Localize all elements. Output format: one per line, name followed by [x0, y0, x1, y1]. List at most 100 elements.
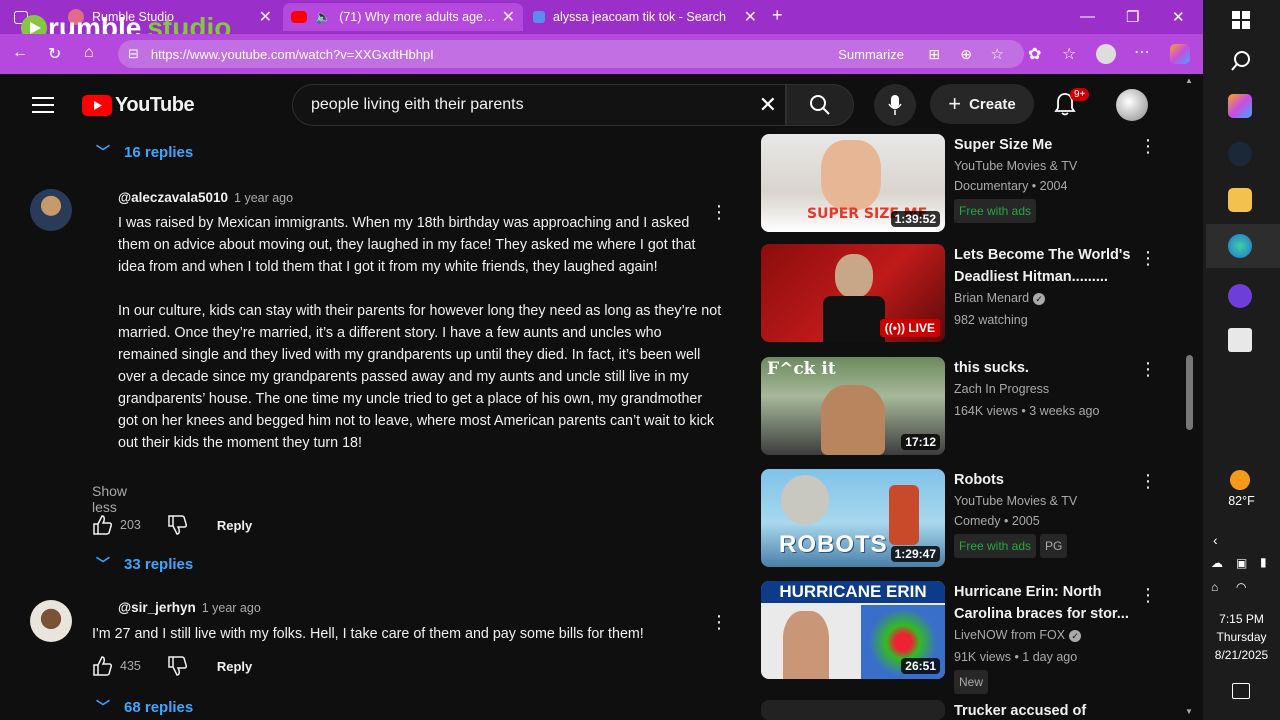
commenter-avatar[interactable]	[30, 600, 72, 642]
video-more-icon[interactable]: ⋮	[1139, 471, 1157, 492]
cloud-icon[interactable]: ☁	[1211, 556, 1223, 570]
search-icon[interactable]	[1230, 50, 1252, 72]
video-card[interactable]: HURRICANE ERIN 26:51 Hurricane Erin: Nor…	[761, 581, 1191, 694]
create-button[interactable]: + Create	[930, 84, 1034, 124]
view-replies-button[interactable]: ﹀ 33 replies	[96, 554, 193, 574]
clock-date[interactable]: 8/21/2025	[1203, 648, 1280, 662]
scrollbar-thumb[interactable]	[1186, 355, 1193, 430]
refresh-icon[interactable]: ↻	[48, 44, 61, 64]
favorite-star-icon[interactable]: ☆	[991, 45, 1004, 63]
video-more-icon[interactable]: ⋮	[1139, 585, 1157, 606]
steam-icon[interactable]	[1228, 142, 1252, 166]
tab-title: alyssa jeacoam tik tok - Search	[553, 10, 726, 24]
video-thumbnail[interactable]: ((•)) LIVE	[761, 244, 945, 342]
view-replies-button[interactable]: ﹀ 16 replies	[96, 142, 193, 162]
chevron-left-icon[interactable]: ‹	[1213, 532, 1218, 548]
comment-time[interactable]: 1 year ago	[234, 191, 293, 205]
reply-button[interactable]: Reply	[217, 659, 252, 674]
tab-search[interactable]: alyssa jeacoam tik tok - Search ✕	[525, 3, 765, 31]
video-more-icon[interactable]: ⋮	[1139, 359, 1157, 380]
copilot-taskbar-icon[interactable]	[1228, 94, 1252, 118]
temperature[interactable]: 82°F	[1203, 494, 1280, 508]
windows-start-icon[interactable]	[1232, 11, 1250, 29]
video-channel[interactable]: YouTube Movies & TV	[954, 491, 1077, 511]
extensions-icon[interactable]: ⊞	[928, 46, 940, 63]
profile-avatar[interactable]	[1096, 44, 1116, 64]
summarize-button[interactable]: Summarize	[838, 47, 904, 62]
zoom-icon[interactable]: ⊕	[960, 46, 972, 63]
video-more-icon[interactable]: ⋮	[1139, 136, 1157, 157]
site-info-icon[interactable]: ⊟	[128, 46, 139, 62]
show-less-button[interactable]: Show less	[92, 483, 127, 515]
new-tab-button[interactable]: +	[772, 5, 783, 26]
volume-icon[interactable]: ▮	[1260, 555, 1267, 569]
like-icon[interactable]	[92, 656, 114, 676]
search-input[interactable]: people living eith their parents ✕	[292, 84, 786, 126]
notification-center-icon[interactable]	[1232, 683, 1250, 699]
comment-more-icon[interactable]: ⋮	[710, 613, 728, 631]
search-button[interactable]	[786, 84, 854, 126]
video-channel[interactable]: LiveNOW from FOX ✓	[954, 625, 1082, 645]
close-icon[interactable]: ✕	[259, 7, 272, 27]
rating-badge: PG	[1040, 534, 1068, 558]
video-thumbnail[interactable]: ROBOTS 1:29:47	[761, 469, 945, 567]
favorites-icon[interactable]: ☆	[1062, 44, 1076, 64]
menu-icon[interactable]	[32, 96, 54, 114]
video-thumbnail[interactable]: SUPER SIZE ME 1:39:52	[761, 134, 945, 232]
clear-search-icon[interactable]: ✕	[759, 92, 777, 118]
close-icon[interactable]: ✕	[502, 7, 515, 27]
extension-icon[interactable]: ✿	[1028, 44, 1041, 64]
home-icon[interactable]: ⌂	[84, 44, 94, 62]
tab-youtube[interactable]: 🔈 (71) Why more adults age 2( ✕	[283, 3, 523, 31]
video-more-icon[interactable]: ⋮	[1139, 248, 1157, 269]
like-icon[interactable]	[92, 515, 114, 535]
scroll-up-icon[interactable]: ▲	[1185, 76, 1193, 85]
video-channel[interactable]: Brian Menard ✓	[954, 288, 1046, 308]
video-thumbnail[interactable]: HURRICANE ERIN 26:51	[761, 581, 945, 679]
dislike-icon[interactable]	[167, 515, 189, 535]
back-icon[interactable]: ←	[12, 44, 28, 62]
plus-icon: +	[948, 91, 962, 116]
url-field[interactable]: ⊟ https://www.youtube.com/watch?v=XXGxdt…	[118, 40, 1024, 68]
file-explorer-icon[interactable]	[1228, 188, 1252, 212]
video-thumbnail[interactable]	[761, 700, 945, 720]
close-icon[interactable]: ✕	[744, 7, 757, 27]
video-channel[interactable]: Zach In Progress	[954, 379, 1049, 399]
comment-author[interactable]: @sir_jerhyn 1 year ago	[118, 600, 261, 615]
comment-author[interactable]: @aleczavala5010 1 year ago	[118, 190, 293, 205]
video-card[interactable]: ((•)) LIVE Lets Become The World's Deadl…	[761, 244, 1191, 344]
clock-time[interactable]: 7:15 PM	[1203, 612, 1280, 626]
more-icon[interactable]: ⋯	[1134, 42, 1150, 62]
video-thumbnail[interactable]: F^ck it 17:12	[761, 357, 945, 455]
commenter-avatar[interactable]	[30, 189, 72, 231]
wifi-icon[interactable]: ◠	[1236, 580, 1246, 594]
video-channel[interactable]: YouTube Movies & TV	[954, 156, 1077, 176]
scroll-down-icon[interactable]: ▼	[1185, 707, 1193, 716]
video-badges: Free with ads PG	[954, 534, 1071, 558]
speaker-icon[interactable]: 🔈	[315, 9, 331, 25]
clock-day[interactable]: Thursday	[1203, 630, 1280, 644]
thumbnail-face	[821, 140, 881, 210]
device-icon[interactable]: ▣	[1236, 556, 1247, 570]
video-card[interactable]: F^ck it 17:12 this sucks. Zach In Progre…	[761, 357, 1191, 457]
minimize-button[interactable]: —	[1080, 8, 1095, 25]
comment-time[interactable]: 1 year ago	[202, 601, 261, 615]
discord-icon[interactable]	[1228, 284, 1252, 308]
restore-button[interactable]: ❐	[1126, 8, 1139, 26]
copilot-icon[interactable]	[1170, 44, 1190, 64]
dislike-icon[interactable]	[167, 656, 189, 676]
comment-more-icon[interactable]: ⋮	[710, 203, 728, 221]
edge-icon[interactable]	[1228, 234, 1252, 258]
notepad-icon[interactable]	[1228, 328, 1252, 352]
network-icon[interactable]: ⌂	[1211, 580, 1218, 594]
youtube-logo[interactable]: YouTube	[82, 94, 195, 117]
video-card[interactable]: ROBOTS 1:29:47 Robots YouTube Movies & T…	[761, 469, 1191, 569]
voice-search-button[interactable]	[874, 84, 916, 126]
account-avatar[interactable]	[1116, 89, 1148, 121]
close-window-button[interactable]: ✕	[1172, 8, 1185, 26]
video-card[interactable]: Trucker accused of	[761, 700, 1191, 720]
weather-icon[interactable]	[1230, 470, 1250, 490]
view-replies-button[interactable]: ﹀ 68 replies	[96, 697, 193, 717]
video-card[interactable]: SUPER SIZE ME 1:39:52 Super Size Me YouT…	[761, 134, 1191, 234]
reply-button[interactable]: Reply	[217, 518, 252, 533]
